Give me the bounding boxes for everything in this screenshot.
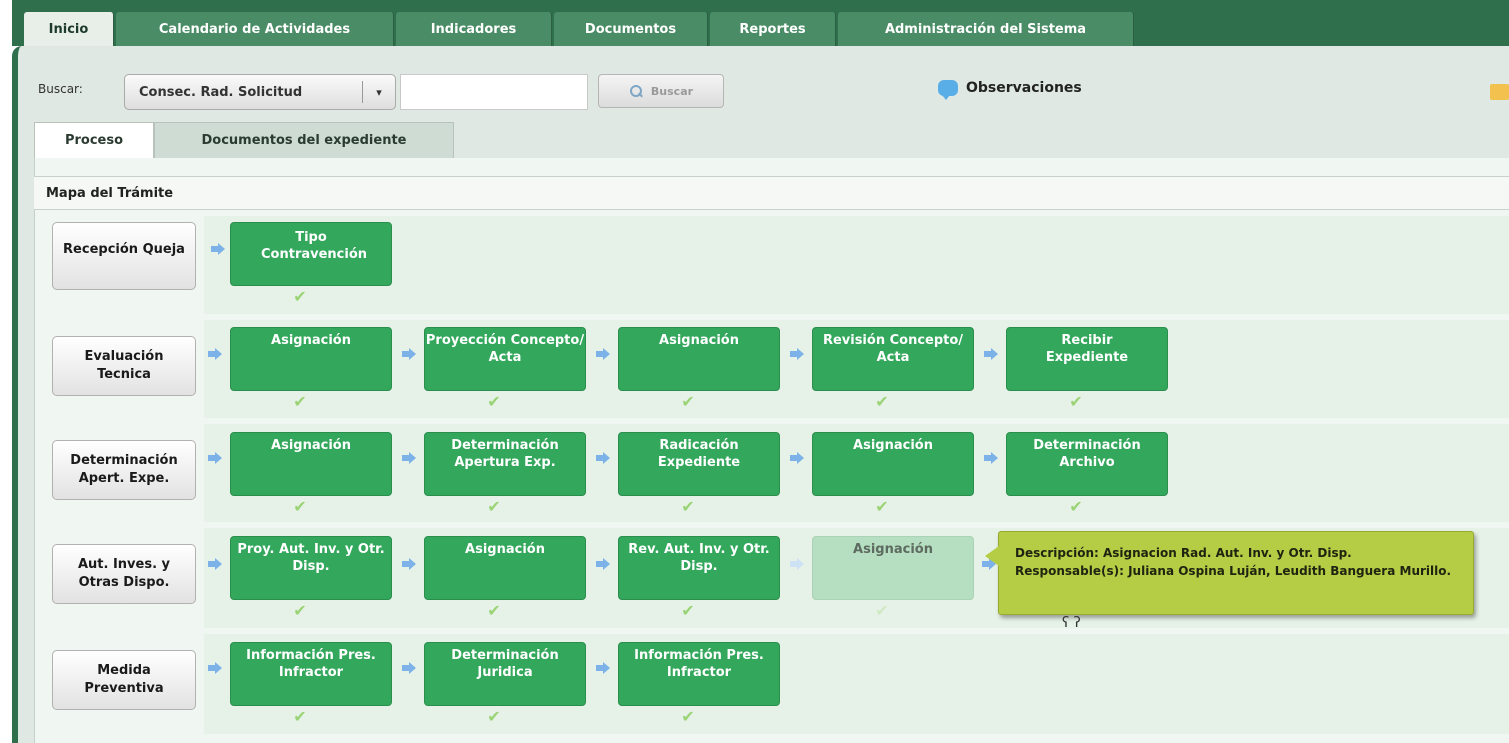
search-label: Buscar: [38, 82, 83, 96]
row-background [204, 634, 1509, 734]
observaciones-link[interactable]: Observaciones [938, 80, 1082, 100]
arrow-right-icon [208, 452, 222, 464]
activity-node[interactable]: Rev. Aut. Inv. y Otr. Disp. [618, 536, 780, 600]
check-icon: ✔ [681, 601, 695, 620]
arrow-right-icon [790, 348, 804, 360]
arrow-right-icon [402, 452, 416, 464]
activity-node[interactable]: Determinación Apertura Exp. [424, 432, 586, 496]
check-icon: ✔ [293, 392, 307, 411]
arrow-right-icon [208, 662, 222, 674]
search-button-label: Buscar [650, 84, 694, 98]
arrow-right-icon [402, 558, 416, 570]
search-type-value: Consec. Rad. Solicitud [139, 84, 303, 100]
activity-node[interactable]: Determinación Juridica [424, 642, 586, 706]
check-icon: ✔ [487, 392, 501, 411]
comment-icon [938, 80, 958, 100]
activity-node-pending[interactable]: Asignación [812, 536, 974, 600]
activity-node[interactable]: Asignación [812, 432, 974, 496]
activity-node[interactable]: Revisión Concepto/ Acta [812, 327, 974, 391]
activity-node[interactable]: Asignación [424, 536, 586, 600]
arrow-right-icon [790, 452, 804, 464]
arrow-right-icon [596, 452, 610, 464]
stage-recepcion-queja[interactable]: Recepción Queja [52, 222, 196, 290]
check-icon: ✔ [487, 707, 501, 726]
check-icon: ✔ [875, 601, 889, 620]
check-icon: ✔ [293, 497, 307, 516]
activity-node[interactable]: Proy. Aut. Inv. y Otr. Disp. [230, 536, 392, 600]
search-icon [629, 84, 643, 98]
activity-node[interactable]: Información Pres. Infractor [618, 642, 780, 706]
tooltip-responsables: Responsable(s): Juliana Ospina Luján, Le… [1015, 564, 1452, 578]
tab-documentos[interactable]: Documentos [554, 12, 708, 46]
arrow-right-icon [596, 662, 610, 674]
check-icon: ✔ [293, 287, 307, 306]
check-icon: ✔ [681, 497, 695, 516]
row-background [204, 216, 1509, 314]
activity-node[interactable]: Radicación Expediente [618, 432, 780, 496]
search-button[interactable]: Buscar [598, 74, 724, 108]
arrow-right-icon [984, 452, 998, 464]
activity-node[interactable]: Asignación [230, 327, 392, 391]
activity-node[interactable]: Información Pres. Infractor [230, 642, 392, 706]
search-type-select[interactable]: Consec. Rad. Solicitud ▾ [124, 74, 396, 110]
stage-evaluacion-tecnica[interactable]: Evaluación Tecnica [52, 336, 196, 396]
activity-node[interactable]: Proyección Concepto/ Acta [424, 327, 586, 391]
activity-tooltip: Descripción: Asignacion Rad. Aut. Inv. y… [985, 531, 1474, 615]
observaciones-label: Observaciones [966, 80, 1082, 96]
activity-node[interactable]: Asignación [618, 327, 780, 391]
tab-reportes[interactable]: Reportes [710, 12, 836, 46]
check-icon: ✔ [1069, 392, 1083, 411]
check-icon: ✔ [875, 497, 889, 516]
tab-administracion[interactable]: Administración del Sistema [838, 12, 1134, 46]
mouse-cursor-icon: ʕ ʔ [1062, 615, 1081, 631]
arrow-right-icon [984, 348, 998, 360]
tab-calendario[interactable]: Calendario de Actividades [116, 12, 394, 46]
check-icon: ✔ [681, 392, 695, 411]
tooltip-description: Descripción: Asignacion Rad. Aut. Inv. y… [1015, 546, 1352, 560]
stage-aut-inves[interactable]: Aut. Inves. y Otras Dispo. [52, 544, 196, 604]
activity-node[interactable]: Asignación [230, 432, 392, 496]
arrow-right-icon [596, 348, 610, 360]
activity-node[interactable]: Recibir Expediente [1006, 327, 1168, 391]
stage-determinacion-apertura[interactable]: Determinación Apert. Expe. [52, 440, 196, 500]
tab-proceso[interactable]: Proceso [34, 122, 154, 158]
activity-node[interactable]: Tipo Contravención [230, 222, 392, 286]
arrow-right-icon [402, 348, 416, 360]
folder-icon[interactable] [1490, 84, 1509, 100]
check-icon: ✔ [293, 707, 307, 726]
tab-documentos-expediente[interactable]: Documentos del expediente [154, 122, 454, 158]
check-icon: ✔ [293, 601, 307, 620]
tab-inicio[interactable]: Inicio [24, 12, 114, 46]
arrow-right-icon [790, 558, 804, 570]
arrow-right-icon [211, 243, 225, 255]
arrow-right-icon [402, 662, 416, 674]
arrow-right-icon [208, 558, 222, 570]
chevron-down-icon[interactable]: ▾ [363, 86, 395, 99]
arrow-right-icon [596, 558, 610, 570]
tab-indicadores[interactable]: Indicadores [396, 12, 552, 46]
check-icon: ✔ [1069, 497, 1083, 516]
check-icon: ✔ [487, 497, 501, 516]
check-icon: ✔ [681, 707, 695, 726]
map-title: Mapa del Trámite [34, 176, 1509, 210]
stage-medida-preventiva[interactable]: Medida Preventiva [52, 650, 196, 710]
search-input[interactable] [400, 74, 588, 110]
check-icon: ✔ [875, 392, 889, 411]
check-icon: ✔ [487, 601, 501, 620]
arrow-right-icon [208, 348, 222, 360]
activity-node[interactable]: Determinación Archivo [1006, 432, 1168, 496]
